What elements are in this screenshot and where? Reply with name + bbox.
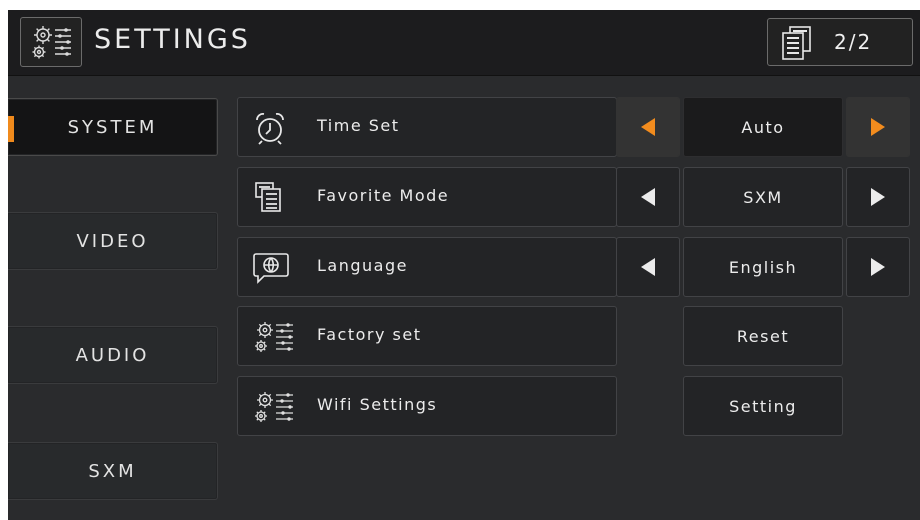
- setting-label: Factory set: [317, 325, 422, 344]
- page-counter: 2/2: [834, 30, 873, 54]
- gears-sliders-icon: [252, 389, 296, 429]
- settings-screen: SETTINGS 2/2 SYSTEM VIDEO AUDIO SXM Time…: [8, 10, 920, 520]
- settings-icon[interactable]: [20, 17, 82, 67]
- tab-system[interactable]: SYSTEM: [8, 98, 218, 156]
- setting-row-time-set: Time Set: [237, 97, 617, 157]
- setting-row-language: Language: [237, 237, 617, 297]
- page-title: SETTINGS: [94, 24, 251, 55]
- setting-label: Favorite Mode: [317, 186, 450, 205]
- tab-label: AUDIO: [75, 344, 150, 366]
- time-set-next-button[interactable]: [846, 97, 910, 157]
- tab-sxm[interactable]: SXM: [8, 442, 218, 500]
- arrow-right-icon: [871, 118, 885, 136]
- favorite-mode-next-button[interactable]: [846, 167, 910, 227]
- time-set-prev-button[interactable]: [616, 97, 680, 157]
- language-prev-button[interactable]: [616, 237, 680, 297]
- header-bar: SETTINGS 2/2: [8, 10, 920, 76]
- arrow-left-icon: [641, 188, 655, 206]
- setting-label: Time Set: [317, 116, 400, 135]
- tab-audio[interactable]: AUDIO: [8, 326, 218, 384]
- setting-label: Wifi Settings: [317, 395, 438, 414]
- tab-video[interactable]: VIDEO: [8, 212, 218, 270]
- page-indicator[interactable]: 2/2: [767, 18, 913, 66]
- alarm-clock-icon: [252, 110, 288, 150]
- language-value: English: [683, 237, 843, 297]
- arrow-left-icon: [641, 258, 655, 276]
- setting-row-wifi-settings: Wifi Settings: [237, 376, 617, 436]
- arrow-right-icon: [871, 258, 885, 276]
- setting-label: Language: [317, 256, 408, 275]
- tab-label: SYSTEM: [67, 116, 158, 138]
- pages-icon: [778, 25, 818, 65]
- active-tab-marker: [8, 116, 14, 142]
- time-set-value: Auto: [683, 97, 843, 157]
- arrow-right-icon: [871, 188, 885, 206]
- favorite-mode-prev-button[interactable]: [616, 167, 680, 227]
- reset-button[interactable]: Reset: [683, 306, 843, 366]
- tab-label: VIDEO: [76, 230, 149, 252]
- globe-chat-icon: [252, 250, 290, 290]
- setting-row-factory-set: Factory set: [237, 306, 617, 366]
- setting-row-favorite-mode: Favorite Mode: [237, 167, 617, 227]
- gears-sliders-icon: [252, 319, 296, 359]
- wifi-setting-button[interactable]: Setting: [683, 376, 843, 436]
- favorite-docs-icon: [252, 180, 288, 220]
- tab-label: SXM: [88, 460, 137, 482]
- language-next-button[interactable]: [846, 237, 910, 297]
- arrow-left-icon: [641, 118, 655, 136]
- favorite-mode-value: SXM: [683, 167, 843, 227]
